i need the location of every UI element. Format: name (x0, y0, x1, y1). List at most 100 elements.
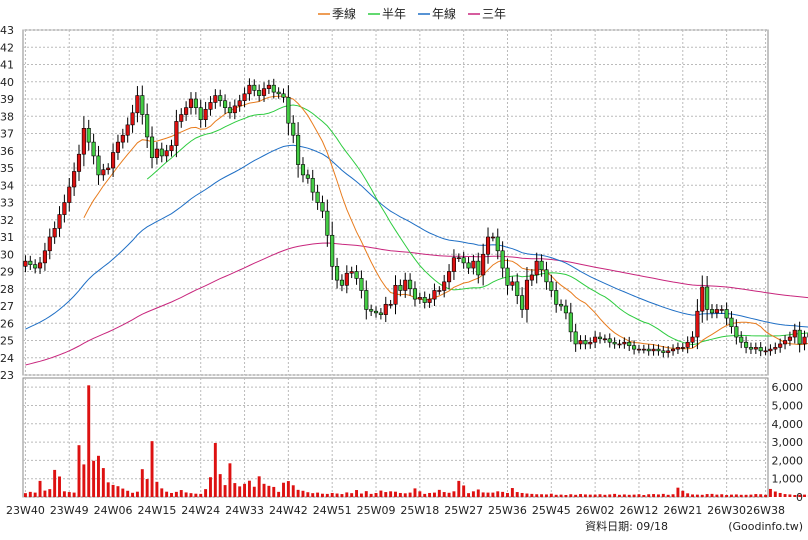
volume-bar (194, 493, 198, 497)
price-tick-label: 40 (0, 76, 14, 89)
candle (52, 221, 57, 244)
candle-body (154, 148, 159, 158)
candle-body (242, 93, 247, 102)
price-tick-label: 43 (0, 24, 14, 37)
candle-body (515, 281, 520, 296)
week-tick-label: 24W15 (137, 504, 176, 517)
candle-body (76, 153, 82, 172)
volume-bar (510, 488, 514, 497)
candle (485, 227, 491, 264)
candle-body (792, 329, 797, 338)
volume-bar (369, 493, 373, 497)
candle (310, 169, 315, 201)
candle-body (208, 102, 213, 110)
candle-body (115, 141, 121, 153)
candle-body (573, 331, 578, 345)
candle-body (417, 297, 422, 300)
volume-bar (204, 489, 208, 497)
candle (758, 342, 763, 357)
candle-body (164, 150, 169, 157)
volume-bar (291, 485, 295, 497)
candle-body (140, 95, 145, 115)
volume-bar (101, 468, 105, 497)
candle-body (758, 347, 763, 352)
volume-bar (170, 492, 173, 497)
volume-bar (540, 494, 544, 497)
candle (42, 242, 47, 271)
candle (597, 332, 603, 344)
candle-body (315, 191, 320, 203)
candle-body (495, 236, 500, 252)
candle-body (739, 336, 744, 343)
price-tick-label: 24 (0, 352, 14, 365)
candle (534, 252, 539, 284)
candle (685, 336, 690, 354)
candle (417, 292, 422, 304)
volume-bar (62, 491, 66, 497)
candle-body (149, 136, 155, 158)
candle-body (330, 234, 335, 267)
candle-body (705, 286, 710, 310)
candle-body (471, 260, 476, 269)
candle-body (169, 145, 174, 152)
candle-body (646, 348, 651, 352)
week-tick-label: 26W30 (707, 504, 746, 517)
week-tick-label: 25W45 (532, 504, 571, 517)
candle (607, 333, 612, 348)
candle (447, 264, 452, 290)
candle-body (276, 91, 281, 95)
volume-bar (730, 494, 733, 497)
volume-tick-label: 5,000 (772, 399, 804, 412)
volume-bar (165, 491, 169, 497)
candle (544, 261, 549, 290)
candle-body (427, 298, 432, 303)
candle (481, 243, 486, 286)
candle-body (120, 134, 125, 143)
candle (28, 255, 33, 270)
candle-body (52, 228, 57, 238)
candle-body (354, 271, 359, 279)
candle-body (607, 338, 612, 343)
volume-bar (627, 494, 631, 497)
candle (276, 87, 281, 99)
volume-bar (496, 491, 500, 497)
candle (559, 299, 564, 311)
week-tick-label: 25W18 (400, 504, 439, 517)
candle-body (422, 297, 427, 303)
volume-bar (773, 491, 777, 497)
volume-tick-label: 4,000 (772, 418, 804, 431)
candle-body (174, 121, 179, 146)
volume-bar (583, 494, 587, 497)
volume-bar (700, 494, 704, 497)
volume-bar (579, 494, 582, 497)
volume-bar (160, 488, 164, 497)
candle-body (461, 257, 466, 264)
volume-bar (720, 494, 724, 497)
volume-bar (574, 494, 578, 497)
candle-body (23, 260, 28, 267)
candle-body (266, 84, 271, 89)
candle (563, 299, 568, 320)
volume-bar (491, 492, 495, 497)
volume-bar (213, 442, 217, 497)
candle-body (261, 88, 267, 96)
volume-bar (569, 494, 573, 497)
volume-bar (501, 491, 505, 497)
volume-bar (48, 489, 52, 497)
candle-body (193, 98, 198, 108)
volume-bar (608, 494, 612, 497)
candle-body (159, 148, 164, 157)
price-tick-label: 39 (0, 93, 14, 106)
volume-bar (126, 490, 130, 497)
week-tick-label: 23W40 (6, 504, 45, 517)
volume-bars (23, 385, 808, 497)
volume-bar (798, 494, 802, 497)
candle (739, 331, 744, 349)
candle-body (403, 279, 408, 291)
volume-bar (481, 492, 485, 497)
candle (437, 286, 442, 295)
candle (96, 145, 101, 185)
volume-bar (408, 492, 412, 497)
candle-body (325, 210, 330, 236)
price-axis-labels: 23 24 25 26 27 28 29 30 31 32 33 34 35 36 37 38 39 40 41 42… (0, 24, 14, 382)
